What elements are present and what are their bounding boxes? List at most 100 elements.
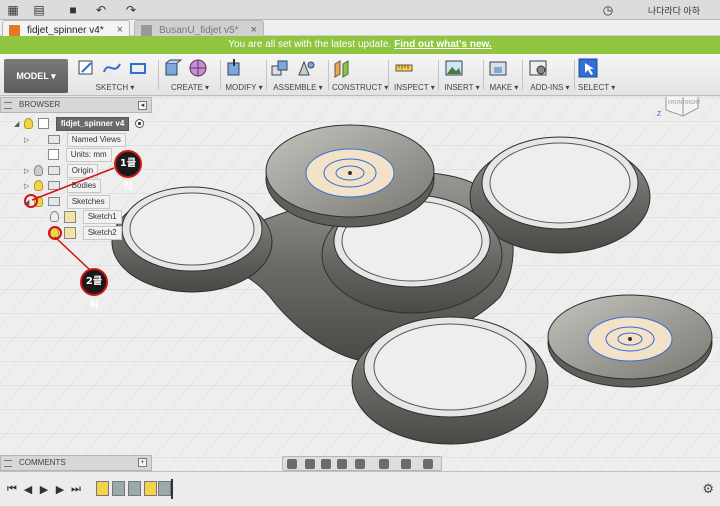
make-group[interactable]: MAKE ▾	[488, 58, 520, 94]
look-at-icon[interactable]	[305, 459, 315, 469]
select-group[interactable]: SELECT ▾	[578, 58, 615, 94]
save-icon[interactable]: ■	[66, 3, 80, 17]
tree-item-sketch1[interactable]: Sketch1	[40, 210, 122, 224]
press-pull-icon[interactable]	[224, 58, 244, 78]
gear-icon[interactable]: ⚙	[702, 481, 714, 497]
new-component-icon[interactable]	[270, 58, 290, 78]
assemble-group[interactable]: ASSEMBLE ▾	[270, 58, 326, 94]
timeline-marker[interactable]	[171, 479, 173, 499]
orbit-icon[interactable]	[287, 459, 297, 469]
select-icon[interactable]	[578, 58, 598, 78]
create-sketch-icon[interactable]	[76, 58, 96, 78]
comments-title: COMMENTS	[19, 458, 66, 467]
app-grid-icon[interactable]: ▦	[6, 3, 20, 17]
sketch-group[interactable]: SKETCH ▾	[76, 58, 154, 94]
cube-front-face[interactable]: FRONT	[668, 100, 685, 106]
undo-icon[interactable]: ↶	[94, 3, 108, 17]
sketches-label[interactable]: Sketches	[66, 195, 110, 209]
construct-group[interactable]: CONSTRUCT ▾	[332, 58, 388, 94]
inspect-group[interactable]: INSPECT ▾	[394, 58, 435, 94]
divider	[438, 60, 439, 90]
go-to-start-icon[interactable]: ⏮	[6, 483, 18, 496]
sketch2-label[interactable]: Sketch2	[82, 226, 122, 240]
bearing-disc-right[interactable]	[547, 294, 713, 388]
measure-icon[interactable]	[394, 58, 414, 78]
view-cube[interactable]: FRONT RIGHT Z X	[656, 97, 706, 122]
expand-arrow-icon[interactable]: ▷	[24, 180, 32, 194]
insert-image-icon[interactable]	[444, 58, 464, 78]
form-icon[interactable]	[188, 58, 208, 78]
sketch-icon	[64, 226, 77, 239]
tree-item-units[interactable]: Units: mm	[24, 148, 112, 162]
step-forward-icon[interactable]: ▶	[54, 483, 66, 496]
folder-icon	[48, 197, 61, 207]
user-name[interactable]: 나다라다 아하	[648, 4, 700, 17]
visibility-bulb-icon[interactable]	[34, 180, 44, 192]
divider	[483, 60, 484, 90]
annotation-step1-badge: 1클릭	[114, 150, 142, 193]
visibility-bulb-icon[interactable]	[50, 211, 60, 223]
visibility-bulb-icon[interactable]	[24, 118, 34, 130]
spline-icon[interactable]	[102, 58, 122, 78]
expand-arrow-icon[interactable]: ◢	[14, 118, 22, 132]
panel-grip-icon[interactable]	[4, 460, 12, 467]
named-views-label[interactable]: Named Views	[66, 133, 126, 147]
file-menu-icon[interactable]: ▤	[32, 3, 46, 17]
workspace-switcher[interactable]: MODEL ▾	[4, 59, 68, 93]
tree-item-named-views[interactable]: ▷ Named Views	[24, 133, 126, 147]
display-settings-icon[interactable]	[379, 459, 389, 469]
add-comment-icon[interactable]: +	[138, 458, 147, 467]
redo-icon[interactable]: ↷	[124, 3, 138, 17]
go-to-end-icon[interactable]: ⏭	[70, 483, 82, 496]
offset-plane-icon[interactable]	[332, 58, 352, 78]
units-label[interactable]: Units: mm	[65, 148, 112, 162]
activate-radio-icon[interactable]	[134, 119, 144, 129]
zoom-icon[interactable]	[337, 459, 347, 469]
bearing-disc-top[interactable]	[265, 124, 435, 228]
tab-label: BusanU_fidjet v5*	[159, 25, 239, 36]
visibility-bulb-icon[interactable]	[34, 165, 44, 177]
step-back-icon[interactable]: ◀	[22, 483, 34, 496]
viewports-icon[interactable]	[423, 459, 433, 469]
origin-label[interactable]: Origin	[66, 164, 99, 178]
3d-print-icon[interactable]	[488, 58, 508, 78]
root-label[interactable]: fidjet_spinner v4	[55, 117, 130, 131]
browser-panel-header[interactable]: BROWSER ◂	[0, 97, 152, 113]
folder-icon	[48, 135, 61, 145]
sketch-icon	[64, 210, 77, 223]
timeline-feature[interactable]	[128, 481, 141, 496]
timeline: ⏮ ◀ ▶ ▶ ⏭ ⚙	[0, 471, 720, 506]
expand-arrow-icon[interactable]: ▷	[24, 134, 32, 148]
rectangle-icon[interactable]	[128, 58, 148, 78]
close-icon[interactable]: ×	[251, 24, 257, 36]
whats-new-link[interactable]: Find out what's new.	[394, 39, 492, 50]
joint-icon[interactable]	[296, 58, 316, 78]
play-icon[interactable]: ▶	[38, 483, 50, 496]
addins-group[interactable]: ADD-INS ▾	[528, 58, 572, 94]
close-icon[interactable]: ×	[117, 24, 123, 36]
grid-settings-icon[interactable]	[401, 459, 411, 469]
fit-icon[interactable]	[355, 459, 365, 469]
bodies-label[interactable]: Bodies	[66, 179, 102, 193]
tree-root[interactable]: ◢ fidjet_spinner v4	[14, 117, 144, 131]
extrude-icon[interactable]	[162, 58, 182, 78]
timeline-feature[interactable]	[158, 481, 171, 496]
sketch1-label[interactable]: Sketch1	[82, 210, 122, 224]
expand-arrow-icon[interactable]: ▷	[24, 165, 32, 179]
timeline-feature[interactable]	[112, 481, 125, 496]
tree-item-bodies[interactable]: ▷ Bodies	[24, 179, 102, 194]
collapse-panel-icon[interactable]: ◂	[138, 101, 147, 110]
insert-group[interactable]: INSERT ▾	[444, 58, 480, 94]
cube-right-face[interactable]: RIGHT	[685, 100, 701, 106]
comments-panel[interactable]: COMMENTS +	[0, 455, 152, 471]
job-status-icon[interactable]: ◷	[601, 3, 615, 17]
timeline-feature[interactable]	[144, 481, 157, 496]
annotation-ring-2	[48, 226, 62, 240]
timeline-feature[interactable]	[96, 481, 109, 496]
pan-icon[interactable]	[321, 459, 331, 469]
tree-item-origin[interactable]: ▷ Origin	[24, 164, 99, 179]
scripts-addins-icon[interactable]	[528, 58, 548, 78]
browser-title: BROWSER	[19, 100, 61, 109]
modify-group[interactable]: MODIFY ▾	[224, 58, 264, 94]
create-group[interactable]: CREATE ▾	[162, 58, 218, 94]
